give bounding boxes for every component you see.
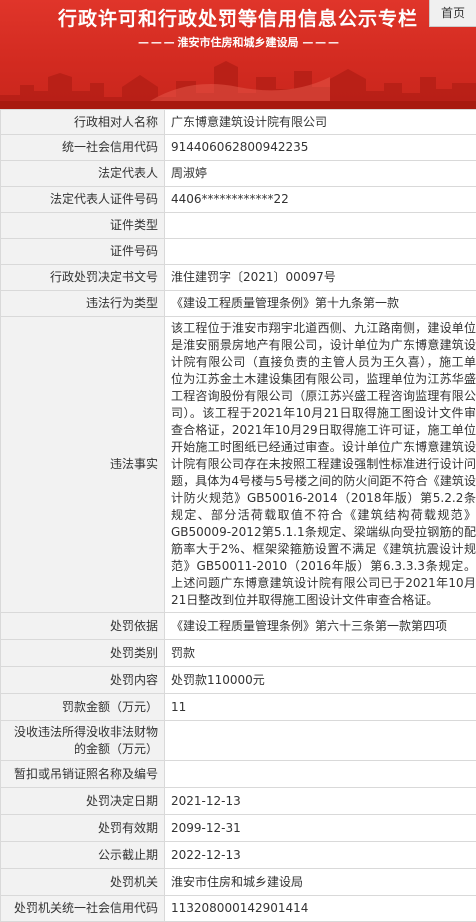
- row-value: 2022-12-13: [165, 842, 476, 869]
- row-label: 违法事实: [1, 317, 165, 613]
- table-row: 没收违法所得没收非法财物的金额（万元）: [1, 721, 476, 761]
- row-value: [165, 213, 476, 239]
- row-label: 行政相对人名称: [1, 110, 165, 135]
- table-row: 处罚类别罚款: [1, 640, 476, 667]
- row-value: 《建设工程质量管理条例》第十九条第一款: [165, 291, 476, 317]
- row-label: 罚款金额（万元）: [1, 694, 165, 721]
- table-row: 违法事实该工程位于淮安市翔宇北道西侧、九江路南侧，建设单位是淮安丽景房地产有限公…: [1, 317, 476, 613]
- table-row: 法定代表人证件号码4406************22: [1, 187, 476, 213]
- violation-facts-text: 该工程位于淮安市翔宇北道西侧、九江路南侧，建设单位是淮安丽景房地产有限公司，设计…: [165, 317, 476, 613]
- row-label: 没收违法所得没收非法财物的金额（万元）: [1, 721, 165, 761]
- row-label: 行政处罚决定书文号: [1, 265, 165, 291]
- row-value: 11: [165, 694, 476, 721]
- table-row: 处罚依据《建设工程质量管理条例》第六十三条第一款第四项: [1, 613, 476, 640]
- table-row: 法定代表人周淑婷: [1, 161, 476, 187]
- row-value: [165, 721, 476, 761]
- row-value: 914406062800942235: [165, 135, 476, 161]
- table-row: 处罚机关淮安市住房和城乡建设局: [1, 869, 476, 896]
- row-value: [165, 761, 476, 788]
- home-button[interactable]: 首页: [429, 0, 476, 27]
- row-value: 淮住建罚字〔2021〕00097号: [165, 265, 476, 291]
- row-value: 广东博意建筑设计院有限公司: [165, 110, 476, 135]
- row-label: 公示截止期: [1, 842, 165, 869]
- row-label: 处罚机关: [1, 869, 165, 896]
- table-row: 公示截止期2022-12-13: [1, 842, 476, 869]
- table-row: 处罚机关统一社会信用代码113208000142901414: [1, 896, 476, 922]
- row-label: 证件类型: [1, 213, 165, 239]
- row-value: 2099-12-31: [165, 815, 476, 842]
- table-row: 行政相对人名称广东博意建筑设计院有限公司: [1, 110, 476, 135]
- city-skyline-graphic: [0, 47, 476, 109]
- table-row: 处罚决定日期2021-12-13: [1, 788, 476, 815]
- row-label: 处罚内容: [1, 667, 165, 694]
- row-label: 法定代表人: [1, 161, 165, 187]
- table-row: 统一社会信用代码914406062800942235: [1, 135, 476, 161]
- row-label: 统一社会信用代码: [1, 135, 165, 161]
- row-label: 处罚类别: [1, 640, 165, 667]
- row-label: 违法行为类型: [1, 291, 165, 317]
- row-value: 罚款: [165, 640, 476, 667]
- header-banner: 行政许可和行政处罚等信用信息公示专栏 首页 — — — 淮安市住房和城乡建设局 …: [0, 0, 476, 109]
- table-row: 暂扣或吊销证照名称及编号: [1, 761, 476, 788]
- table-row: 处罚内容处罚款110000元: [1, 667, 476, 694]
- row-value: 《建设工程质量管理条例》第六十三条第一款第四项: [165, 613, 476, 640]
- row-label: 暂扣或吊销证照名称及编号: [1, 761, 165, 788]
- table-row: 处罚有效期2099-12-31: [1, 815, 476, 842]
- row-value: 113208000142901414: [165, 896, 476, 922]
- table-row: 罚款金额（万元）11: [1, 694, 476, 721]
- table-row: 行政处罚决定书文号淮住建罚字〔2021〕00097号: [1, 265, 476, 291]
- row-value: 淮安市住房和城乡建设局: [165, 869, 476, 896]
- table-row: 证件号码: [1, 239, 476, 265]
- row-value: 4406************22: [165, 187, 476, 213]
- row-value: [165, 239, 476, 265]
- row-label: 证件号码: [1, 239, 165, 265]
- row-label: 法定代表人证件号码: [1, 187, 165, 213]
- row-label: 处罚机关统一社会信用代码: [1, 896, 165, 922]
- row-value: 周淑婷: [165, 161, 476, 187]
- row-label: 处罚有效期: [1, 815, 165, 842]
- page-title: 行政许可和行政处罚等信用信息公示专栏: [0, 4, 476, 31]
- row-value: 处罚款110000元: [165, 667, 476, 694]
- row-label: 处罚依据: [1, 613, 165, 640]
- info-table: 行政相对人名称广东博意建筑设计院有限公司 统一社会信用代码91440606280…: [0, 109, 476, 922]
- row-value: 2021-12-13: [165, 788, 476, 815]
- row-label: 处罚决定日期: [1, 788, 165, 815]
- table-row: 证件类型: [1, 213, 476, 239]
- table-row: 违法行为类型《建设工程质量管理条例》第十九条第一款: [1, 291, 476, 317]
